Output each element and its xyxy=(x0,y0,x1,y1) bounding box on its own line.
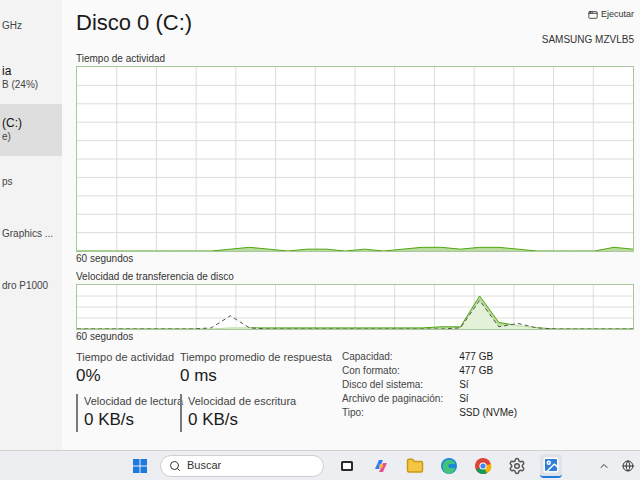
photos-icon[interactable] xyxy=(542,456,560,474)
property-label: Con formato: xyxy=(342,364,443,378)
taskbar-app[interactable] xyxy=(540,454,562,478)
main-panel: Disco 0 (C:) Ejecutar SAMSUNG MZVLB5 Tiempo… xyxy=(62,0,640,450)
property-label: Disco del sistema: xyxy=(342,378,443,392)
chart-plot xyxy=(77,285,633,329)
taskbar-app[interactable] xyxy=(438,454,460,478)
sidebar-item[interactable]: Graphics ... xyxy=(0,208,62,260)
transfer-chart: Velocidad de transferencia de disco 60 se… xyxy=(76,270,634,344)
time-label: 60 segundos xyxy=(76,330,634,344)
stat-item: Velocidad de lectura0 KB/s xyxy=(76,394,180,432)
window-icon xyxy=(588,10,598,20)
chart-label: Tiempo de actividad xyxy=(76,52,634,66)
chart-plot xyxy=(77,67,633,251)
property-label: Tipo: xyxy=(342,406,443,420)
property-label: Capacidad: xyxy=(342,350,443,364)
copilot-icon[interactable] xyxy=(372,457,390,475)
chart-series xyxy=(77,247,633,251)
sidebar-item[interactable]: GHz xyxy=(0,0,62,52)
taskbar-app[interactable] xyxy=(370,454,392,478)
folder-icon[interactable] xyxy=(406,457,424,475)
stat-item: Tiempo de actividad0% xyxy=(76,350,180,388)
taskbar-app[interactable] xyxy=(472,454,494,478)
time-label: 60 segundos xyxy=(76,252,634,266)
taskbar: Buscar xyxy=(0,450,640,480)
taskbar-app[interactable] xyxy=(336,454,358,478)
chart-series xyxy=(77,296,633,329)
taskbar-app[interactable] xyxy=(404,454,426,478)
edge-icon[interactable] xyxy=(440,457,458,475)
sidebar-item[interactable]: ps xyxy=(0,156,62,208)
property-label: Archivo de paginación: xyxy=(342,392,443,406)
property-value: Sí xyxy=(459,392,517,406)
sidebar-item[interactable]: iaB (24%) xyxy=(0,52,62,104)
windows-start-icon[interactable] xyxy=(132,458,148,474)
chart-series xyxy=(77,300,633,329)
network-icon[interactable] xyxy=(622,460,634,472)
chart-label: Velocidad de transferencia de disco xyxy=(76,270,634,284)
task-manager-screen: GHziaB (24%)(C:)e)psGraphics ...dro P100… xyxy=(0,0,640,480)
header: Disco 0 (C:) Ejecutar SAMSUNG MZVLB5 xyxy=(76,8,634,52)
taskbar-app[interactable] xyxy=(506,454,528,478)
disk-title: Disco 0 (C:) xyxy=(76,8,192,38)
property-value: 477 GB xyxy=(459,350,517,364)
stat-item: Tiempo promedio de respuesta0 ms xyxy=(180,350,330,388)
chrome-icon[interactable] xyxy=(474,457,492,475)
run-task-button[interactable]: Ejecutar xyxy=(588,8,634,22)
activity-chart: Tiempo de actividad 60 segundos xyxy=(76,52,634,266)
properties: Capacidad: 477 GB Con formato: 477 GB Disco … xyxy=(342,350,517,432)
sidebar-item[interactable]: (C:)e) xyxy=(0,104,62,156)
task-view-icon[interactable] xyxy=(339,458,355,474)
sidebar-item[interactable]: dro P1000 xyxy=(0,260,62,312)
disk-model: SAMSUNG MZVLB5 xyxy=(542,32,634,47)
search-box[interactable]: Buscar xyxy=(160,455,324,477)
property-value: 477 GB xyxy=(459,364,517,378)
tray-chevron-icon[interactable] xyxy=(598,460,610,472)
stat-item: Velocidad de escritura0 KB/s xyxy=(180,394,330,432)
details: Tiempo de actividad0%Tiempo promedio de … xyxy=(76,344,634,432)
search-icon xyxy=(169,460,181,472)
settings-icon[interactable] xyxy=(508,457,526,475)
property-value: Sí xyxy=(459,378,517,392)
property-value: SSD (NVMe) xyxy=(459,406,517,420)
sidebar: GHziaB (24%)(C:)e)psGraphics ...dro P100… xyxy=(0,0,62,450)
